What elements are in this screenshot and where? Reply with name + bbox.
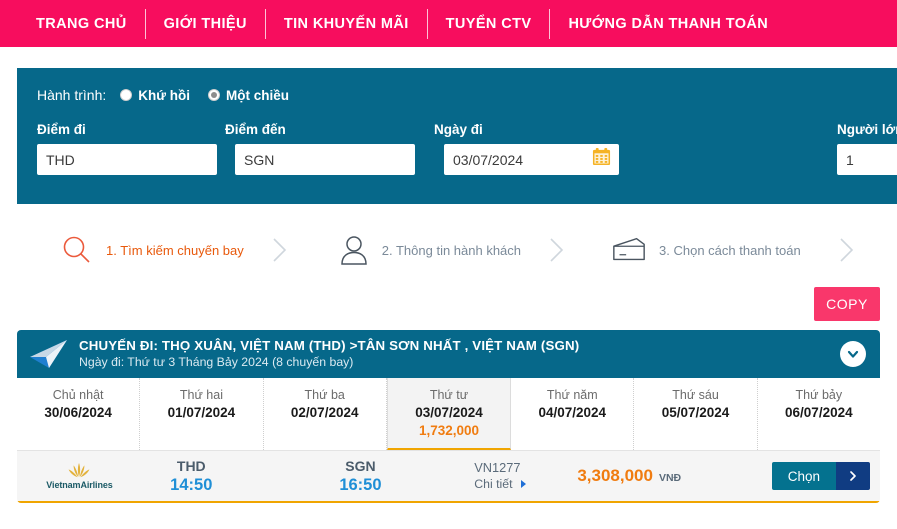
flight-destination: SGN 16:50 xyxy=(301,458,420,495)
select-flight-cell: Chọn xyxy=(771,462,871,490)
radio-round-trip-label: Khứ hồi xyxy=(138,87,191,103)
date-tabs: Chủ nhật 30/06/2024 Thứ hai 01/07/2024 T… xyxy=(17,378,880,451)
departure-date-label: Ngày đi xyxy=(434,122,483,137)
arrival-field-group: Điểm đến xyxy=(225,122,415,175)
nav-item-trang-chu[interactable]: TRANG CHỦ xyxy=(18,8,146,39)
flight-number: VN1277 xyxy=(474,460,521,475)
flight-detail-label: Chi tiết xyxy=(474,477,513,491)
date-tab-day: Thứ bảy xyxy=(795,388,843,402)
adults-label: Người lớn xyxy=(837,122,897,137)
calendar-icon[interactable] xyxy=(592,147,611,166)
date-tab-date: 06/07/2024 xyxy=(785,405,853,420)
radio-one-way[interactable]: Một chiều xyxy=(208,88,289,103)
arrow-right-icon xyxy=(836,462,871,490)
card-icon xyxy=(611,235,647,265)
date-tab[interactable]: Thứ ba 02/07/2024 xyxy=(264,378,387,450)
date-tab-price: 1,732,000 xyxy=(418,423,480,438)
flight-card-header: CHUYẾN ĐI: THỌ XUÂN, VIỆT NAM (THD) >TÂN… xyxy=(17,330,880,378)
date-tab-date: 05/07/2024 xyxy=(661,405,730,420)
origin-code: THD xyxy=(176,457,206,474)
person-icon xyxy=(338,233,370,267)
flight-date-subtitle: Ngày đi: Thứ tư 3 Tháng Bảy 2024 (8 chuy… xyxy=(79,355,354,369)
main-navigation: TRANG CHỦ GIỚI THIỆU TIN KHUYẾN MÃI TUYỂ… xyxy=(0,0,897,47)
date-tab[interactable]: Thứ sáu 05/07/2024 xyxy=(634,378,758,450)
flight-results-card: CHUYẾN ĐI: THỌ XUÂN, VIỆT NAM (THD) >TÂN… xyxy=(17,330,880,503)
paper-plane-icon xyxy=(27,337,71,371)
flight-detail-link[interactable]: Chi tiết xyxy=(474,476,577,492)
destination-code: SGN xyxy=(345,457,376,474)
chevron-down-icon[interactable] xyxy=(840,341,866,367)
step-payment-method-label: 3. Chọn cách thanh toán xyxy=(659,242,801,258)
nav-item-tin-khuyen-mai[interactable]: TIN KHUYẾN MÃI xyxy=(266,8,428,39)
departure-input[interactable] xyxy=(37,144,217,175)
flight-number-cell: VN1277 Chi tiết xyxy=(470,460,577,492)
adults-input[interactable] xyxy=(837,144,897,175)
origin-time: 14:50 xyxy=(170,475,213,494)
flight-origin: THD 14:50 xyxy=(132,458,251,495)
date-tab-day: Chủ nhật xyxy=(52,388,104,402)
chevron-right-icon-1 xyxy=(270,235,290,265)
date-tab-date: 02/07/2024 xyxy=(290,405,359,420)
arrival-label: Điểm đến xyxy=(225,122,286,137)
search-icon xyxy=(60,233,94,267)
nav-item-tuyen-ctv[interactable]: TUYỂN CTV xyxy=(428,8,551,39)
airline-logo: VietnamAirlines xyxy=(27,462,132,490)
date-tab[interactable]: Chủ nhật 30/06/2024 xyxy=(17,378,141,450)
flight-search-panel: Hành trình: Khứ hồi Một chiều Điểm đi Đi… xyxy=(17,68,897,204)
select-flight-button[interactable]: Chọn xyxy=(771,462,871,490)
lotus-icon xyxy=(69,463,90,478)
radio-round-trip[interactable]: Khứ hồi xyxy=(120,88,190,103)
airline-name: VietnamAirlines xyxy=(46,480,113,490)
date-tab-day: Thứ tư xyxy=(429,388,469,402)
trip-type-row: Hành trình: Khứ hồi Một chiều xyxy=(37,84,897,106)
radio-one-way-label: Một chiều xyxy=(226,87,290,103)
date-tab[interactable]: Thứ hai 01/07/2024 xyxy=(140,378,264,450)
radio-round-trip-icon[interactable] xyxy=(120,89,133,101)
departure-label: Điểm đi xyxy=(37,122,86,137)
departure-date-field-group: Ngày đi xyxy=(434,122,619,175)
caret-right-icon xyxy=(520,480,526,488)
flight-price: 3,308,000 xyxy=(577,466,653,485)
arrival-input[interactable] xyxy=(235,144,415,175)
flight-result-row[interactable]: VietnamAirlines THD 14:50 SGN 16:50 VN12… xyxy=(17,451,880,503)
date-tab-day: Thứ năm xyxy=(546,388,598,402)
search-fields-row: Điểm đi Điểm đến Ngày đi xyxy=(37,122,897,175)
date-tab-day: Thứ hai xyxy=(179,388,223,402)
date-tab-date: 30/06/2024 xyxy=(44,405,112,420)
flight-price-cell: 3,308,000 VNĐ xyxy=(577,466,771,486)
step-search-flight[interactable]: 1. Tìm kiếm chuyến bay xyxy=(60,233,244,267)
date-tab-date: 01/07/2024 xyxy=(167,405,236,420)
date-tab-date: 03/07/2024 xyxy=(415,405,483,420)
select-flight-label: Chọn xyxy=(771,462,837,490)
chevron-right-icon-3 xyxy=(837,235,857,265)
date-tab[interactable]: Thứ bảy 06/07/2024 xyxy=(758,378,880,450)
step-passenger-info-label: 2. Thông tin hành khách xyxy=(381,242,522,258)
trip-type-label: Hành trình: xyxy=(37,87,107,103)
copy-button[interactable]: COPY xyxy=(814,287,880,321)
nav-item-gioi-thieu[interactable]: GIỚI THIỆU xyxy=(146,8,266,39)
step-payment-method[interactable]: 3. Chọn cách thanh toán xyxy=(611,235,801,265)
step-passenger-info[interactable]: 2. Thông tin hành khách xyxy=(338,233,521,267)
departure-field-group: Điểm đi xyxy=(37,122,217,175)
date-tab-selected[interactable]: Thứ tư 03/07/2024 1,732,000 xyxy=(386,378,512,450)
date-tab-date: 04/07/2024 xyxy=(538,405,607,420)
chevron-right-icon-2 xyxy=(547,235,567,265)
step-search-flight-label: 1. Tìm kiếm chuyến bay xyxy=(106,242,244,258)
flight-currency: VNĐ xyxy=(658,472,682,484)
adults-field-group: Người lớn xyxy=(837,122,897,175)
radio-one-way-icon[interactable] xyxy=(208,89,221,101)
date-tab-day: Thứ ba xyxy=(304,388,345,402)
date-tab[interactable]: Thứ năm 04/07/2024 xyxy=(511,378,635,450)
flight-route-title: CHUYẾN ĐI: THỌ XUÂN, VIỆT NAM (THD) >TÂN… xyxy=(79,338,580,353)
date-tab-day: Thứ sáu xyxy=(672,388,719,402)
destination-time: 16:50 xyxy=(339,475,382,494)
flight-card-header-texts: CHUYẾN ĐI: THỌ XUÂN, VIỆT NAM (THD) >TÂN… xyxy=(79,338,579,370)
nav-item-huong-dan-thanh-toan[interactable]: HƯỚNG DẪN THANH TOÁN xyxy=(550,9,786,39)
booking-steps: 1. Tìm kiếm chuyến bay 2. Thông tin hành… xyxy=(0,215,897,285)
